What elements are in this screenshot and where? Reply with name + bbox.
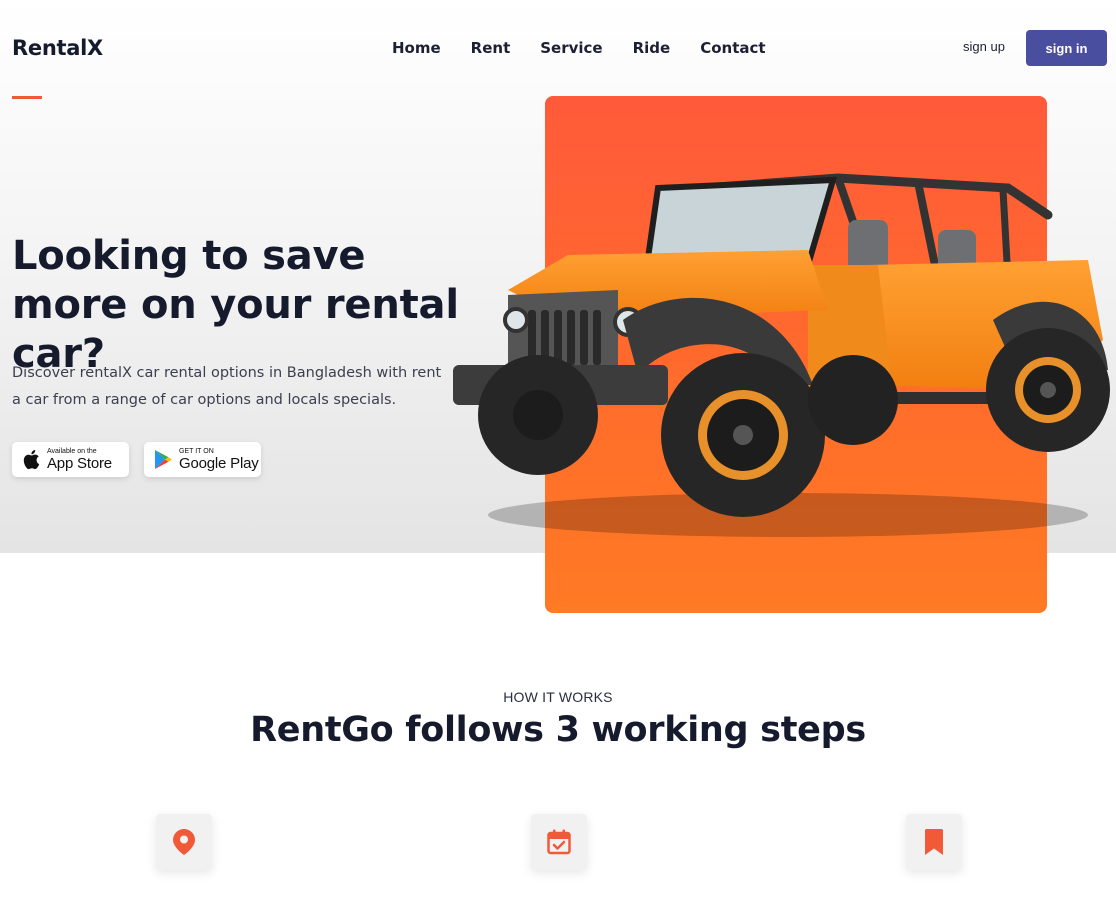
- google-play-icon: [153, 449, 173, 471]
- nav-item-rent[interactable]: Rent: [471, 39, 511, 57]
- hero-subtext: Discover rentalX car rental options in B…: [12, 365, 442, 408]
- step-3-card: [906, 814, 962, 870]
- step-2-card: [531, 814, 587, 870]
- google-play-text: GET IT ON Google Play: [179, 448, 259, 471]
- brand-logo[interactable]: RentalX: [12, 36, 103, 60]
- main-nav: Home Rent Service Ride Contact: [392, 39, 766, 57]
- step-1-card: [156, 814, 212, 870]
- google-play-button[interactable]: GET IT ON Google Play: [144, 442, 261, 477]
- sign-in-button[interactable]: sign in: [1026, 30, 1107, 66]
- app-store-text: Available on the App Store: [47, 448, 112, 471]
- section-title: RentGo follows 3 working steps: [250, 710, 866, 750]
- nav-item-service[interactable]: Service: [540, 39, 602, 57]
- accent-divider: [12, 96, 42, 99]
- calendar-check-icon: [547, 829, 571, 855]
- nav-item-contact[interactable]: Contact: [700, 39, 765, 57]
- nav-item-home[interactable]: Home: [392, 39, 441, 57]
- sign-up-link[interactable]: sign up: [963, 39, 1005, 54]
- app-store-button[interactable]: Available on the App Store: [12, 442, 129, 477]
- apple-icon: [21, 449, 41, 471]
- jeep-car-image: [453, 173, 1110, 537]
- location-pin-icon: [173, 829, 195, 855]
- google-play-small-label: GET IT ON: [179, 448, 214, 455]
- hero-headline: Looking to save more on your rental car?: [12, 233, 459, 377]
- google-play-big-label: Google Play: [179, 455, 259, 472]
- bookmark-icon: [925, 829, 943, 855]
- app-store-big-label: App Store: [47, 455, 112, 472]
- nav-item-ride[interactable]: Ride: [633, 39, 671, 57]
- app-store-small-label: Available on the: [47, 448, 97, 455]
- section-eyebrow: HOW IT WORKS: [503, 689, 613, 705]
